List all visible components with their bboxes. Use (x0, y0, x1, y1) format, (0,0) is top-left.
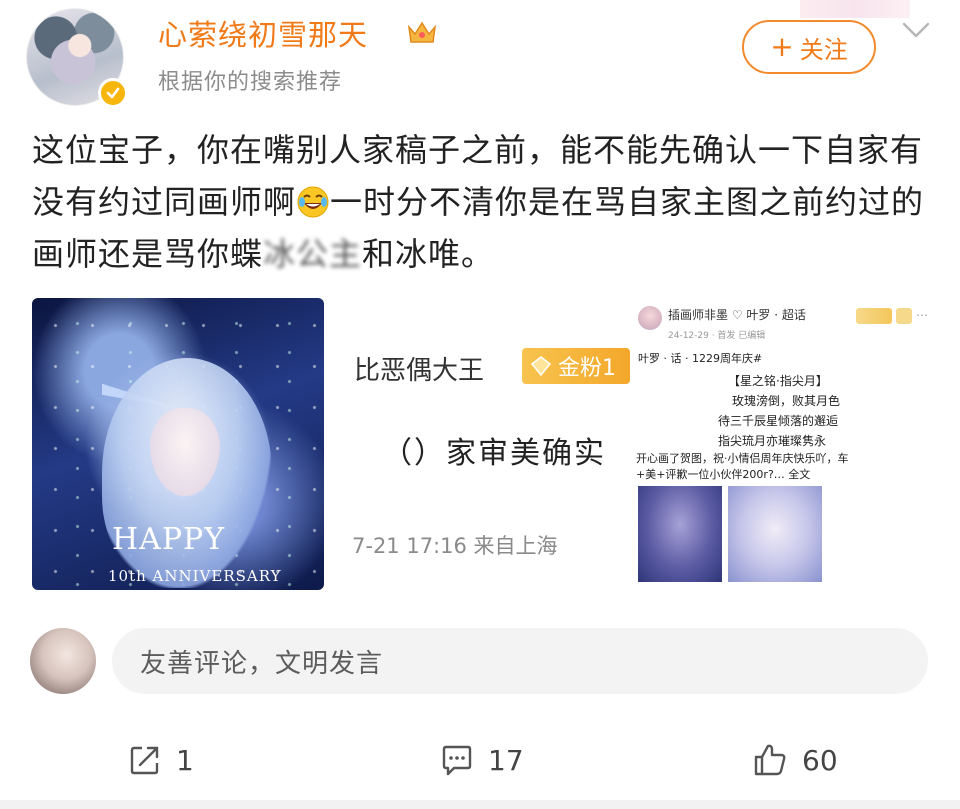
like-button[interactable]: 60 (752, 738, 838, 782)
follow-button[interactable]: + 关注 (742, 20, 876, 74)
bottom-divider (0, 800, 960, 809)
shot-line-1: 玫瑰滂倒，败其月色 (732, 394, 841, 408)
shot-date: 24-12-29 · 首发 已编辑 (668, 331, 766, 341)
thumbs-up-icon (754, 744, 786, 776)
shot-desc-2: +美+评歉一位小伙伴200r?… 全文 (636, 468, 811, 481)
gold-fan-badge: 金粉1 (522, 348, 630, 384)
chevron-down-icon[interactable] (898, 18, 934, 42)
shot-line-3: 指尖琉月亦璀璨隽永 (718, 434, 827, 448)
crown-icon (407, 21, 437, 43)
shot-author: 插画师非墨 ♡ 叶罗 · 超话 (668, 308, 806, 322)
like-count: 60 (802, 743, 838, 777)
post-body: 这位宝子，你在嘴别人家稿子之前，能不能先确认一下自家有没有约过同画师啊 一时分不… (32, 124, 932, 280)
shot-badge-2 (896, 308, 912, 324)
repost-icon (130, 746, 159, 775)
laughing-tears-emoji-icon (297, 186, 329, 218)
header-decoration (800, 0, 910, 18)
author-avatar-container[interactable] (26, 8, 132, 108)
post-text-censored: 冰公主 (263, 235, 363, 273)
shot-thumbnail-2 (728, 486, 822, 582)
repost-button[interactable]: 1 (128, 738, 194, 782)
gold-badge-icon (530, 356, 552, 377)
shot-more-icon: ⋯ (916, 308, 928, 322)
shot-desc-1: 开心画了贺图，祝·小情侣周年庆快乐吖，车 (636, 452, 849, 465)
shot-tagline: 叶罗 · 话 · 1229周年庆# (638, 352, 763, 365)
shot-line-2: 待三千辰星倾落的邂逅 (718, 414, 839, 428)
anniversary-caption: 10th ANNIVERSARY (108, 567, 282, 585)
follow-label: 关注 (799, 35, 848, 64)
quoted-text: （）家审美确实 (382, 436, 606, 471)
comment-button[interactable]: 17 (440, 738, 524, 782)
shot-thumbnail-1 (638, 486, 722, 582)
author-username[interactable]: 心萦绕初雪那天 (158, 12, 368, 54)
shot-avatar (638, 306, 662, 330)
comment-placeholder: 友善评论，文明发言 (140, 648, 384, 679)
quoted-username: 比恶偶大王 (354, 356, 485, 386)
shot-title: 【星之铭·指尖月】 (728, 374, 828, 388)
happy-caption: HAPPY (112, 522, 226, 557)
recommendation-reason: 根据你的搜索推荐 (158, 70, 343, 95)
quoted-meta: 7-21 17:16 来自上海 (352, 534, 558, 558)
gold-badge-label: 金粉1 (558, 356, 616, 381)
comment-input[interactable]: 友善评论，文明发言 (112, 628, 928, 694)
comment-icon (442, 745, 472, 776)
current-user-avatar[interactable] (30, 628, 96, 694)
plus-icon: + (770, 30, 794, 63)
shot-badge (856, 308, 892, 324)
post-text-end: 和冰唯。 (362, 235, 495, 273)
verified-badge-icon (98, 78, 128, 108)
repost-count: 1 (176, 743, 194, 777)
comment-count: 17 (488, 743, 524, 777)
image-face (150, 408, 220, 496)
post-image-3[interactable]: 插画师非墨 ♡ 叶罗 · 超话 24-12-29 · 首发 已编辑 ⋯ 叶罗 ·… (634, 298, 930, 590)
